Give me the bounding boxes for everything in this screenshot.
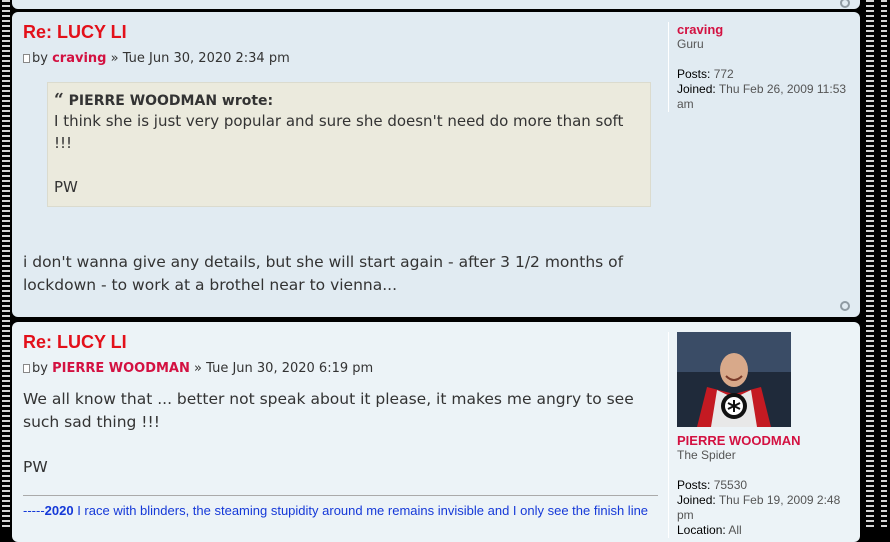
profile-username[interactable]: PIERRE WOODMAN — [677, 433, 856, 448]
post-craving: Re: LUCY LI by craving » Tue Jun 30, 202… — [12, 12, 860, 317]
left-border-strip — [2, 0, 10, 530]
post-content: i don't wanna give any details, but she … — [23, 253, 624, 294]
post-byline: by PIERRE WOODMAN » Tue Jun 30, 2020 6:1… — [23, 360, 658, 378]
profile-joined: Joined: Thu Feb 26, 2009 11:53 am — [677, 82, 847, 111]
post-content-signoff: PW — [23, 458, 48, 476]
quote-signoff: PW — [54, 178, 78, 196]
quote-block: “ PIERRE WOODMAN wrote: I think she is j… — [47, 82, 651, 207]
profile-rank: The Spider — [677, 448, 736, 462]
profile-posts: Posts: 75530 — [677, 478, 748, 492]
post-body: Re: LUCY LI by PIERRE WOODMAN » Tue Jun … — [23, 330, 658, 521]
scrollbar-strip — [881, 0, 887, 530]
gear-icon[interactable] — [840, 301, 850, 311]
post-title[interactable]: Re: LUCY LI — [23, 330, 658, 354]
post-content: We all know that ... better not speak ab… — [23, 390, 634, 431]
profile-posts: Posts: 772 — [677, 67, 734, 81]
author-link[interactable]: PIERRE WOODMAN — [52, 361, 190, 376]
right-border-strip — [866, 0, 874, 530]
profile-joined: Joined: Thu Feb 19, 2009 2:48 pm — [677, 493, 841, 522]
profile-username[interactable]: craving — [677, 22, 856, 37]
avatar[interactable] — [677, 332, 791, 427]
profile-location: Location: All — [677, 523, 742, 537]
post-title[interactable]: Re: LUCY LI — [23, 20, 658, 44]
quote-text: I think she is just very popular and sur… — [54, 112, 624, 152]
gear-icon[interactable] — [840, 0, 850, 8]
post-profile: craving Guru Posts: 772 Joined: Thu Feb … — [668, 22, 856, 112]
author-link[interactable]: craving — [52, 51, 106, 66]
post-date: » Tue Jun 30, 2020 6:19 pm — [194, 361, 374, 376]
post-byline: by craving » Tue Jun 30, 2020 2:34 pm — [23, 50, 658, 68]
post-body: Re: LUCY LI by craving » Tue Jun 30, 202… — [23, 20, 658, 297]
post-profile: PIERRE WOODMAN The Spider Posts: 75530 J… — [668, 332, 856, 538]
document-icon[interactable] — [23, 364, 30, 373]
document-icon[interactable] — [23, 54, 30, 63]
profile-rank: Guru — [677, 37, 704, 51]
previous-post-fragment — [12, 0, 860, 9]
post-date: » Tue Jun 30, 2020 2:34 pm — [110, 51, 290, 66]
quote-icon: “ — [54, 90, 64, 110]
quote-cite: “ PIERRE WOODMAN wrote: — [54, 90, 274, 110]
post-pierre-woodman: Re: LUCY LI by PIERRE WOODMAN » Tue Jun … — [12, 322, 860, 542]
post-signature: -----2020 I race with blinders, the stea… — [23, 495, 658, 521]
